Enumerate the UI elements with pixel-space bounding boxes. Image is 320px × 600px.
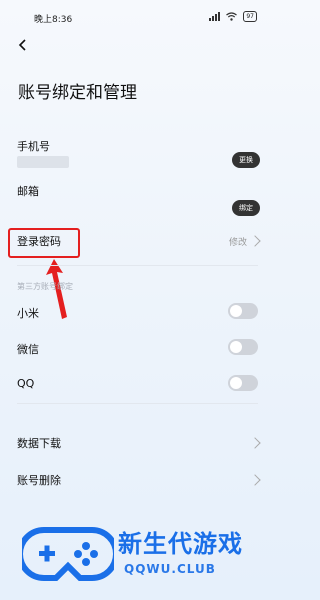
third-party-section-label: 第三方账号绑定: [17, 282, 73, 291]
xiaomi-label: 小米: [17, 307, 39, 320]
account-delete-label: 账号删除: [17, 474, 61, 487]
bind-email-button[interactable]: 绑定: [232, 200, 260, 216]
phone-label: 手机号: [17, 140, 50, 153]
password-change-link[interactable]: 修改: [229, 235, 247, 248]
back-arrow-icon[interactable]: [16, 38, 30, 52]
data-download-label: 数据下载: [17, 437, 61, 450]
status-time: 晚上8:36: [34, 15, 73, 25]
phone-number-masked: [17, 156, 69, 168]
battery-icon: 97: [243, 11, 257, 22]
qq-label: QQ: [17, 377, 35, 390]
qq-toggle[interactable]: [228, 375, 258, 391]
xiaomi-toggle[interactable]: [228, 303, 258, 319]
divider: [17, 265, 258, 266]
watermark-url: QQWU.CLUB: [124, 562, 216, 576]
change-phone-button[interactable]: 更换: [232, 152, 260, 168]
email-label: 邮箱: [17, 185, 39, 198]
status-bar: 晚上8:36 97: [0, 0, 275, 34]
wechat-toggle[interactable]: [228, 339, 258, 355]
gamepad-logo-icon: [22, 527, 114, 581]
page-title: 账号绑定和管理: [18, 83, 137, 103]
watermark-brand: 新生代游戏: [118, 530, 243, 558]
chevron-right-icon: [249, 235, 261, 247]
account-delete-row[interactable]: 账号删除: [0, 465, 275, 501]
signal-icon: [209, 12, 221, 21]
divider: [17, 403, 258, 404]
wifi-icon: [226, 12, 238, 21]
highlight-box: [8, 228, 80, 258]
chevron-right-icon: [249, 437, 261, 449]
status-icons: 97: [209, 11, 257, 22]
data-download-row[interactable]: 数据下载: [0, 428, 275, 464]
watermark: 新生代游戏 QQWU.CLUB: [0, 518, 275, 600]
wechat-label: 微信: [17, 343, 39, 356]
chevron-right-icon: [249, 474, 261, 486]
